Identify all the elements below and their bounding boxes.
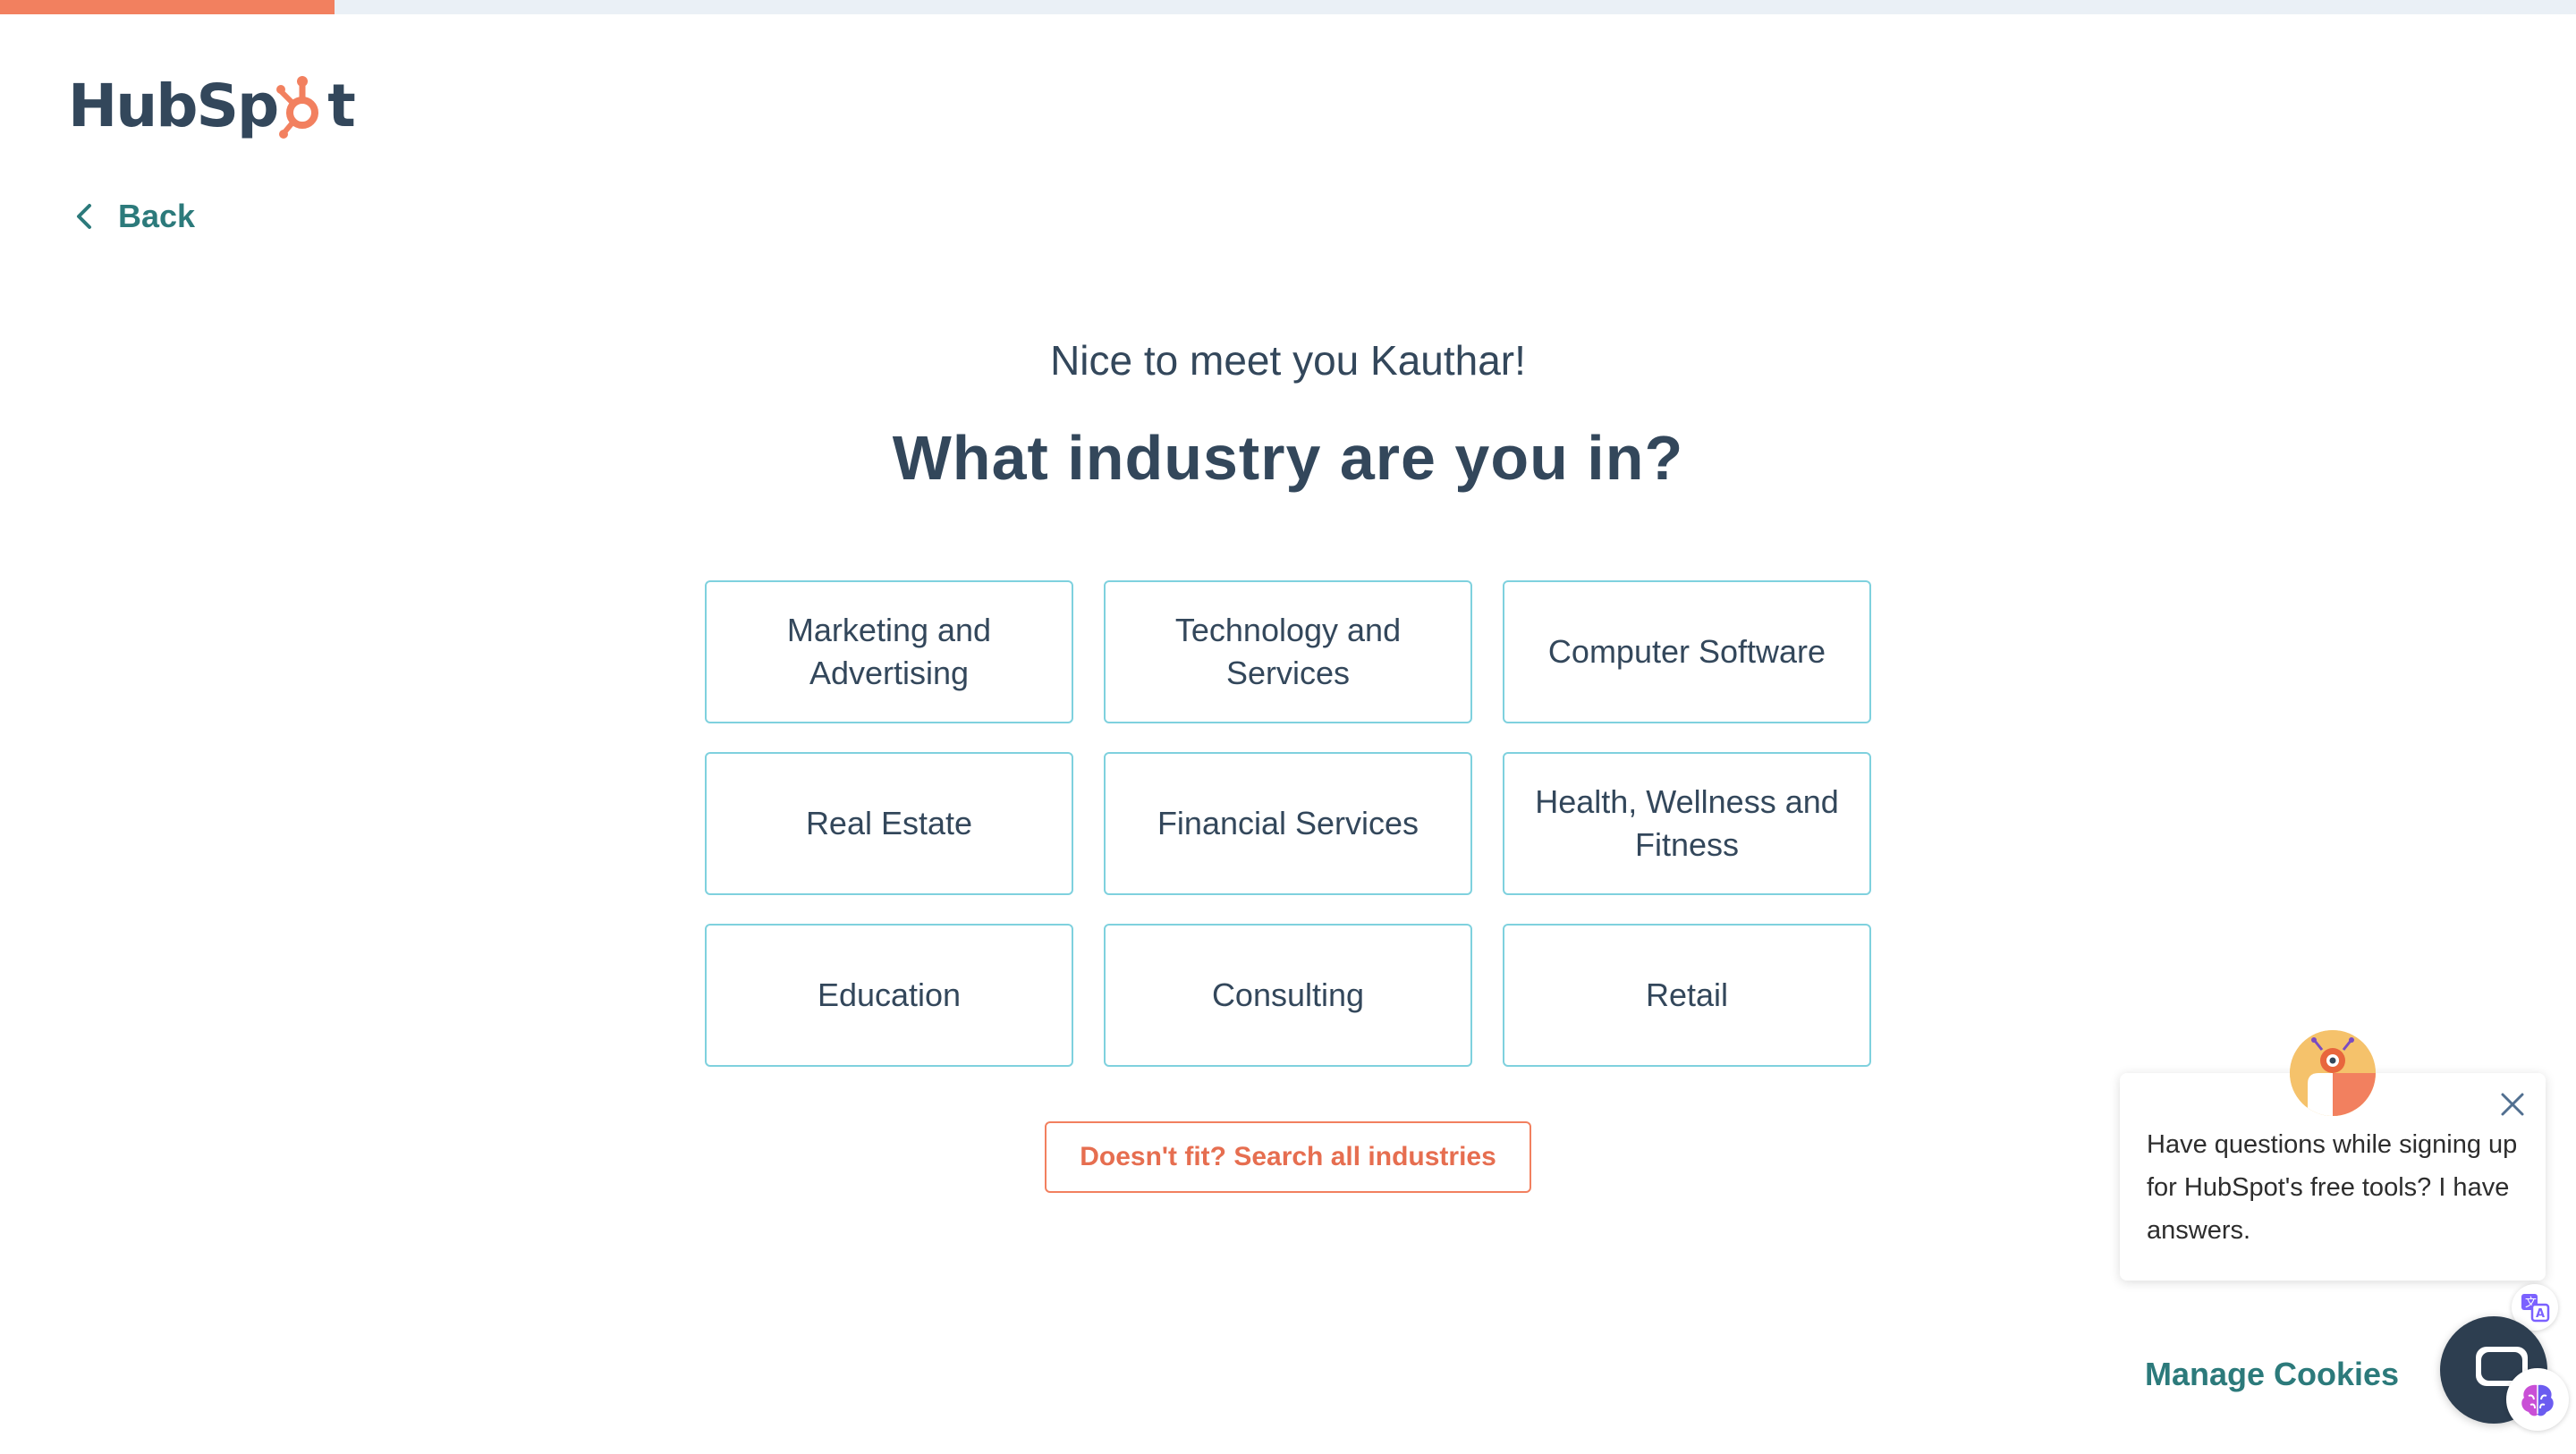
svg-text:A: A (2536, 1307, 2545, 1321)
industry-health-wellness-fitness[interactable]: Health, Wellness and Fitness (1503, 752, 1871, 895)
page-title: What industry are you in? (892, 423, 1684, 493)
chat-message: Have questions while signing up for HubS… (2147, 1130, 2518, 1245)
manage-cookies-link[interactable]: Manage Cookies (2145, 1356, 2399, 1393)
logo-text-end: t (327, 71, 356, 140)
industry-real-estate[interactable]: Real Estate (705, 752, 1073, 895)
industry-retail[interactable]: Retail (1503, 924, 1871, 1067)
industry-marketing-and-advertising[interactable]: Marketing and Advertising (705, 580, 1073, 723)
industry-technology-and-services[interactable]: Technology and Services (1104, 580, 1472, 723)
back-label: Back (118, 198, 196, 234)
progress-bar-fill (0, 0, 335, 14)
search-all-industries-button[interactable]: Doesn't fit? Search all industries (1045, 1121, 1531, 1193)
brain-icon[interactable] (2506, 1368, 2569, 1431)
back-button[interactable]: Back (72, 191, 195, 241)
industry-grid: Marketing and Advertising Technology and… (705, 580, 1871, 1067)
bot-avatar-icon (2290, 1030, 2376, 1116)
sprocket-icon (275, 70, 329, 141)
industry-financial-services[interactable]: Financial Services (1104, 752, 1472, 895)
hubspot-logo: HubSp t (68, 70, 356, 141)
industry-computer-software[interactable]: Computer Software (1503, 580, 1871, 723)
chevron-left-icon (72, 204, 97, 229)
close-icon[interactable] (2497, 1089, 2528, 1120)
industry-education[interactable]: Education (705, 924, 1073, 1067)
progress-bar (0, 0, 2576, 14)
industry-consulting[interactable]: Consulting (1104, 924, 1472, 1067)
greeting-text: Nice to meet you Kauthar! (1050, 337, 1526, 384)
signup-page: HubSp t Back Nice to meet you Kauthar! W… (0, 0, 2576, 1454)
logo-text-start: HubSp (68, 71, 279, 140)
